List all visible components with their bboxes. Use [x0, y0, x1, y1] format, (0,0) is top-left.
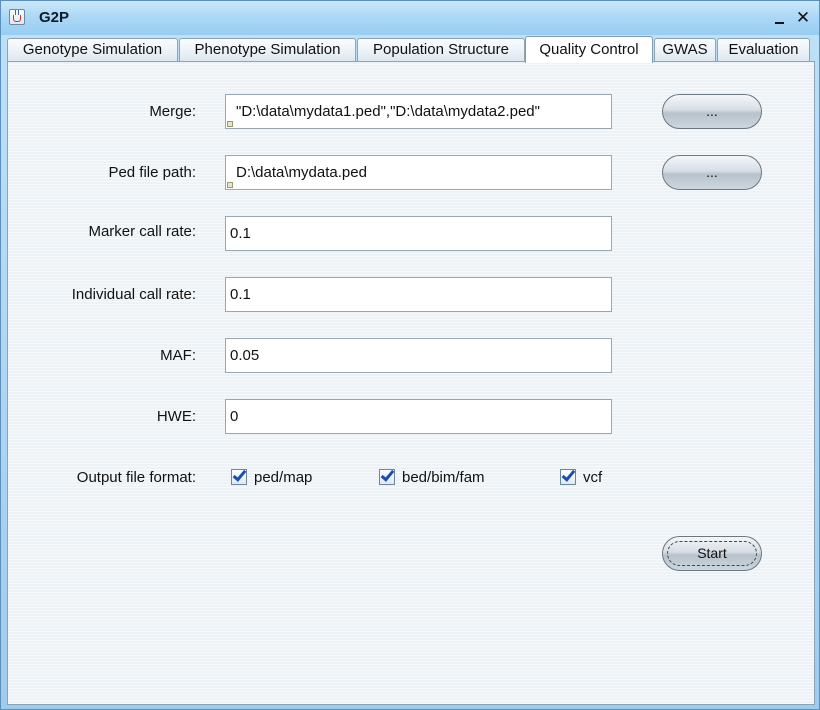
- maf-input[interactable]: 0.05: [225, 338, 612, 373]
- ped-path-browse-button[interactable]: ...: [662, 155, 762, 190]
- individual-call-rate-input[interactable]: 0.1: [225, 277, 612, 312]
- ped-map-checkbox[interactable]: [231, 467, 247, 485]
- ped-path-label: Ped file path:: [108, 164, 196, 181]
- tab-evaluation[interactable]: Evaluation: [717, 38, 810, 62]
- merge-value: "D:\data\mydata1.ped","D:\data\mydata2.p…: [236, 103, 540, 120]
- marker-call-rate-label: Marker call rate:: [88, 223, 196, 240]
- lock-icon: [227, 121, 233, 127]
- tab-quality-control[interactable]: Quality Control: [525, 36, 653, 63]
- individual-call-rate-label: Individual call rate:: [71, 286, 196, 303]
- bed-bim-fam-checkbox[interactable]: [379, 467, 395, 485]
- ped-map-option-label: ped/map: [254, 469, 313, 486]
- maf-label: MAF:: [160, 347, 196, 364]
- hwe-input[interactable]: 0: [225, 399, 612, 434]
- output-format-label: Output file format:: [76, 469, 196, 486]
- minimize-icon[interactable]: [773, 11, 787, 27]
- title-bar[interactable]: G2P ✕: [1, 1, 819, 35]
- merge-field[interactable]: "D:\data\mydata1.ped","D:\data\mydata2.p…: [225, 94, 612, 129]
- hwe-label: HWE:: [156, 408, 196, 425]
- quality-control-panel: Merge: "D:\data\mydata1.ped","D:\data\my…: [7, 61, 815, 705]
- tab-gwas[interactable]: GWAS: [654, 38, 716, 62]
- tab-bar: Genotype Simulation Phenotype Simulation…: [7, 36, 815, 63]
- vcf-checkbox[interactable]: [560, 467, 576, 485]
- merge-label: Merge:: [149, 103, 196, 120]
- merge-browse-button[interactable]: ...: [662, 94, 762, 129]
- bed-bim-fam-option-label: bed/bim/fam: [402, 469, 485, 486]
- tab-phenotype-simulation[interactable]: Phenotype Simulation: [179, 38, 356, 62]
- ped-path-field[interactable]: D:\data\mydata.ped: [225, 155, 612, 190]
- lock-icon: [227, 182, 233, 188]
- ped-path-value: D:\data\mydata.ped: [236, 164, 367, 181]
- window-title: G2P: [39, 9, 70, 26]
- java-cup-icon: [9, 9, 25, 25]
- close-icon[interactable]: ✕: [793, 7, 813, 29]
- start-button[interactable]: Start: [662, 536, 762, 571]
- tab-genotype-simulation[interactable]: Genotype Simulation: [7, 38, 178, 62]
- marker-call-rate-input[interactable]: 0.1: [225, 216, 612, 251]
- app-window: G2P ✕ Genotype Simulation Phenotype Simu…: [0, 0, 820, 710]
- vcf-option-label: vcf: [583, 469, 603, 486]
- tab-population-structure[interactable]: Population Structure: [357, 38, 525, 62]
